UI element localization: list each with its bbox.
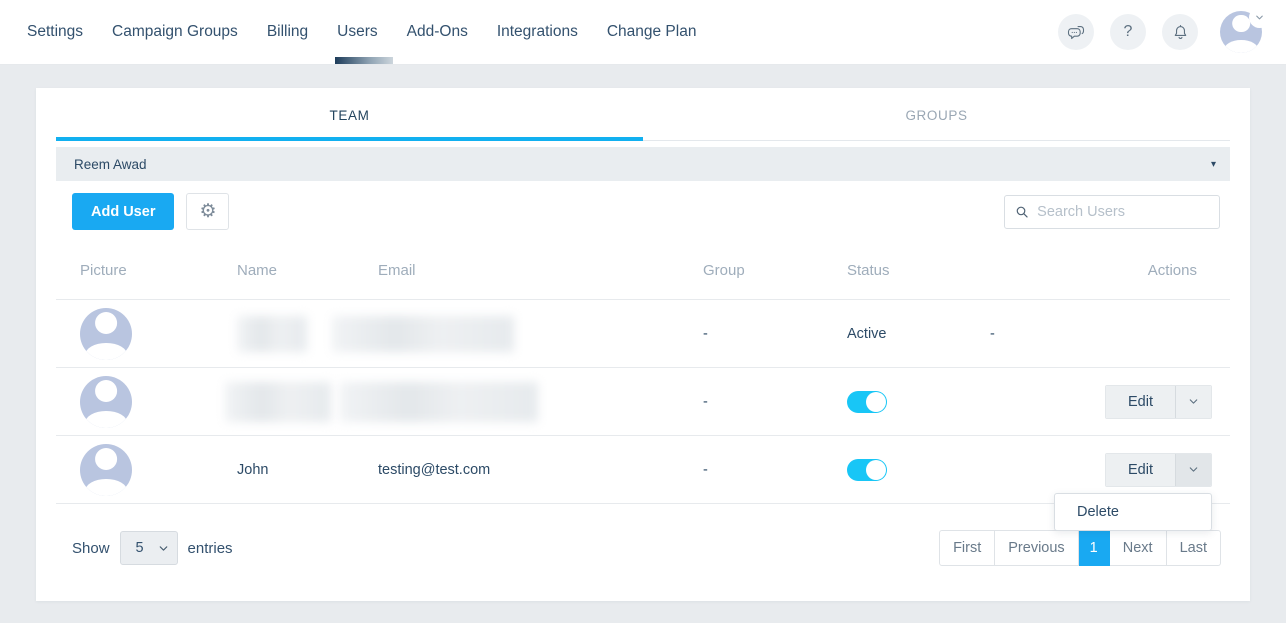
status-cell bbox=[847, 390, 990, 413]
status-cell: Active bbox=[847, 325, 887, 342]
col-header-group: Group bbox=[703, 262, 745, 279]
nav-item-users[interactable]: Users bbox=[335, 0, 394, 64]
nav-item-change-plan[interactable]: Change Plan bbox=[607, 0, 697, 64]
accordion-caret-icon: ▾ bbox=[1210, 158, 1216, 170]
redacted-email-blur bbox=[332, 315, 514, 352]
tab-team[interactable]: TEAM bbox=[56, 88, 643, 141]
topbar-actions: ? bbox=[1058, 7, 1270, 53]
col-header-actions: Actions bbox=[1147, 262, 1197, 279]
email-cell bbox=[340, 381, 703, 422]
nav-item-settings[interactable]: Settings bbox=[27, 0, 83, 64]
edit-split-button: Edit bbox=[1105, 384, 1212, 419]
col-header-picture: Picture bbox=[80, 262, 127, 279]
page-size-value: 5 bbox=[135, 540, 144, 556]
team-groups-tabs: TEAM GROUPS bbox=[56, 88, 1230, 141]
edit-dropdown-menu: Delete bbox=[1054, 493, 1212, 531]
redacted-name-blur bbox=[237, 315, 307, 352]
pagination-page-1[interactable]: 1 bbox=[1078, 530, 1110, 566]
nav-item-billing[interactable]: Billing bbox=[267, 0, 308, 64]
users-table: Picture Name Email Group Status Actions … bbox=[56, 242, 1230, 531]
pagination-first[interactable]: First bbox=[939, 530, 996, 566]
tab-groups[interactable]: GROUPS bbox=[643, 88, 1230, 141]
status-cell bbox=[847, 458, 990, 481]
chevron-down-icon bbox=[157, 542, 170, 555]
chevron-down-icon bbox=[1249, 7, 1270, 28]
chevron-down-icon bbox=[1189, 399, 1198, 404]
delete-menu-item[interactable]: Delete bbox=[1055, 494, 1211, 530]
user-avatar bbox=[80, 443, 132, 496]
notifications-bell-icon[interactable] bbox=[1162, 14, 1198, 50]
picture-cell bbox=[56, 443, 237, 496]
table-header-row: Picture Name Email Group Status Actions bbox=[56, 242, 1230, 300]
search-icon bbox=[1016, 206, 1028, 218]
email-cell bbox=[332, 315, 703, 352]
actions-cell: Edit Delete bbox=[990, 436, 1230, 531]
actions-cell: Edit bbox=[990, 368, 1230, 435]
add-user-button[interactable]: Add User bbox=[72, 193, 175, 230]
edit-dropdown-toggle[interactable] bbox=[1175, 385, 1211, 418]
table-row: John testing@test.com - Edit Delete bbox=[56, 436, 1230, 531]
chevron-down-icon bbox=[1189, 467, 1198, 472]
edit-button[interactable]: Edit bbox=[1106, 453, 1175, 486]
settings-gear-button[interactable]: ⚙ bbox=[186, 193, 230, 230]
redacted-email-blur bbox=[340, 381, 538, 422]
col-header-name: Name bbox=[237, 262, 278, 279]
group-cell: - bbox=[703, 393, 708, 410]
col-header-status: Status bbox=[847, 262, 890, 279]
top-navigation-bar: Settings Campaign Groups Billing Users A… bbox=[0, 0, 1286, 65]
user-avatar-menu[interactable] bbox=[1220, 7, 1270, 53]
entries-label: entries bbox=[187, 539, 233, 557]
edit-dropdown-toggle[interactable] bbox=[1175, 453, 1211, 486]
account-accordion-header[interactable]: Reem Awad ▾ bbox=[56, 147, 1230, 181]
gear-icon: ⚙ bbox=[199, 201, 217, 222]
pagination: First Previous 1 Next Last bbox=[939, 530, 1221, 566]
table-row: - Active - bbox=[56, 300, 1230, 368]
page-size-select[interactable]: 5 bbox=[119, 531, 178, 565]
help-glyph: ? bbox=[1123, 23, 1133, 40]
edit-split-button: Edit bbox=[1105, 452, 1212, 487]
picture-cell bbox=[56, 375, 237, 428]
user-avatar bbox=[80, 307, 132, 360]
status-toggle-on[interactable] bbox=[847, 458, 887, 481]
chat-icon[interactable] bbox=[1058, 14, 1094, 50]
search-users-input[interactable] bbox=[1037, 203, 1209, 220]
nav-item-integrations[interactable]: Integrations bbox=[497, 0, 578, 64]
email-cell: testing@test.com bbox=[378, 461, 491, 478]
show-label: Show bbox=[72, 539, 110, 557]
pagination-last[interactable]: Last bbox=[1166, 530, 1221, 566]
pagination-next[interactable]: Next bbox=[1109, 530, 1167, 566]
table-toolbar: Add User ⚙ bbox=[36, 181, 1250, 242]
group-cell: - bbox=[703, 461, 708, 478]
main-nav: Settings Campaign Groups Billing Users A… bbox=[27, 0, 696, 64]
group-cell: - bbox=[703, 325, 708, 342]
edit-button[interactable]: Edit bbox=[1106, 385, 1175, 418]
account-name: Reem Awad bbox=[74, 156, 147, 172]
nav-item-add-ons[interactable]: Add-Ons bbox=[407, 0, 468, 64]
picture-cell bbox=[56, 307, 237, 360]
user-avatar bbox=[80, 375, 132, 428]
status-toggle-on[interactable] bbox=[847, 390, 887, 413]
redacted-name-blur bbox=[225, 381, 331, 422]
users-panel: TEAM GROUPS Reem Awad ▾ Add User ⚙ Pictu… bbox=[36, 88, 1250, 601]
help-icon[interactable]: ? bbox=[1110, 14, 1146, 50]
nav-item-campaign-groups[interactable]: Campaign Groups bbox=[112, 0, 238, 64]
name-cell: John bbox=[237, 461, 269, 478]
table-row: - Edit bbox=[56, 368, 1230, 436]
actions-cell: - bbox=[990, 325, 995, 342]
pagination-previous[interactable]: Previous bbox=[995, 530, 1079, 566]
search-users-box bbox=[1004, 194, 1220, 229]
col-header-email: Email bbox=[378, 262, 416, 279]
